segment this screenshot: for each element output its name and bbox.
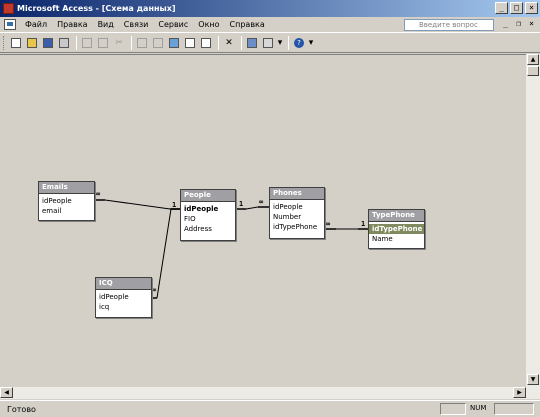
- relationship-line: [156, 208, 172, 299]
- table-title[interactable]: People: [181, 190, 235, 202]
- scroll-up-icon[interactable]: ▲: [527, 54, 539, 65]
- cut-icon[interactable]: ✂: [112, 36, 126, 50]
- spell-icon[interactable]: [96, 36, 110, 50]
- doc-restore-button[interactable]: ❐: [513, 19, 524, 30]
- horizontal-scrollbar[interactable]: ◀ ▶: [0, 387, 540, 399]
- field-number[interactable]: Number: [270, 212, 324, 222]
- field-idtypephone-key[interactable]: idTypePhone: [369, 224, 424, 234]
- menu-file[interactable]: Файл: [20, 20, 52, 29]
- status-panel: [494, 403, 534, 415]
- minimize-button[interactable]: _: [495, 2, 508, 14]
- table-phones[interactable]: Phones idPeople Number idTypePhone: [269, 187, 325, 239]
- cardinality-many-phones-type: ∞: [326, 220, 331, 228]
- cardinality-many-icq: ∞: [152, 286, 157, 294]
- save-icon[interactable]: [41, 36, 55, 50]
- table-people[interactable]: People idPeople FIO Address: [180, 189, 236, 241]
- num-lock-indicator: NUM: [470, 404, 487, 412]
- cardinality-many-phones: ∞: [259, 198, 264, 206]
- window-title: Microsoft Access - [Схема данных]: [17, 4, 176, 13]
- field-name[interactable]: Name: [369, 234, 424, 244]
- table-typephone[interactable]: TypePhone idTypePhone Name: [368, 209, 425, 249]
- scroll-down-icon[interactable]: ▼: [527, 374, 539, 385]
- all-relationships-icon[interactable]: [199, 36, 213, 50]
- table-icq[interactable]: ICQ idPeople icq: [95, 277, 152, 318]
- relationships-canvas[interactable]: ∞ 1 1 ∞ ∞ ∞ 1 Emails idPeople email Peop…: [0, 54, 526, 387]
- toolbar-separator: [218, 36, 219, 50]
- paste-icon[interactable]: [151, 36, 165, 50]
- field-idtypephone[interactable]: idTypePhone: [270, 222, 324, 232]
- toolbar-separator: [76, 36, 77, 50]
- open-icon[interactable]: [25, 36, 39, 50]
- cardinality-one-people-left: 1: [172, 201, 177, 209]
- scroll-right-icon[interactable]: ▶: [513, 387, 526, 398]
- ask-question-input[interactable]: Введите вопрос: [404, 19, 494, 31]
- new-icon[interactable]: [9, 36, 23, 50]
- field-idpeople[interactable]: idPeople: [270, 202, 324, 212]
- maximize-button[interactable]: □: [510, 2, 523, 14]
- table-title[interactable]: ICQ: [96, 278, 151, 290]
- field-icq[interactable]: icq: [96, 302, 151, 312]
- cardinality-one-people-right: 1: [239, 200, 244, 208]
- menu-view[interactable]: Вид: [93, 20, 119, 29]
- field-idpeople[interactable]: idPeople: [96, 292, 151, 302]
- database-window-icon[interactable]: [245, 36, 259, 50]
- menu-bar: Файл Правка Вид Связи Сервис Окно Справк…: [0, 17, 540, 33]
- cardinality-one-typephone: 1: [361, 220, 366, 228]
- toolbar-separator: [241, 36, 242, 50]
- table-title[interactable]: Phones: [270, 188, 324, 200]
- document-controls: _ ❐ ×: [500, 19, 537, 30]
- field-email[interactable]: email: [39, 206, 94, 216]
- relationship-lines: [95, 199, 368, 299]
- menu-relationships[interactable]: Связи: [119, 20, 154, 29]
- relationship-line: [104, 199, 171, 210]
- relationship-line: [245, 206, 259, 210]
- field-fio[interactable]: FIO: [181, 214, 235, 224]
- status-bar: Готово NUM: [0, 400, 540, 417]
- window-controls: _ □ ×: [495, 2, 538, 14]
- copy-icon[interactable]: [135, 36, 149, 50]
- new-object-icon[interactable]: [261, 36, 275, 50]
- cardinality-many-emails: ∞: [96, 190, 101, 198]
- toolbar-options-icon[interactable]: ▾: [308, 36, 314, 50]
- table-title[interactable]: Emails: [39, 182, 94, 194]
- toolbar: ✂ ✕ ▾ ? ▾: [0, 34, 540, 53]
- menu-help[interactable]: Справка: [225, 20, 270, 29]
- table-title[interactable]: TypePhone: [369, 210, 424, 222]
- delete-icon[interactable]: ✕: [222, 36, 236, 50]
- print-icon[interactable]: [57, 36, 71, 50]
- vertical-scroll-thumb[interactable]: [527, 66, 539, 76]
- print-preview-icon[interactable]: [80, 36, 94, 50]
- vertical-scrollbar[interactable]: ▲ ▼: [526, 54, 540, 387]
- close-button[interactable]: ×: [525, 2, 538, 14]
- direct-relationships-icon[interactable]: [183, 36, 197, 50]
- field-idpeople-key[interactable]: idPeople: [181, 204, 235, 214]
- status-text: Готово: [7, 404, 36, 414]
- access-app-icon[interactable]: [3, 3, 14, 14]
- menu-window[interactable]: Окно: [193, 20, 224, 29]
- menu-tools[interactable]: Сервис: [153, 20, 193, 29]
- scroll-left-icon[interactable]: ◀: [0, 387, 13, 398]
- toolbar-grip[interactable]: [3, 36, 6, 50]
- title-bar: Microsoft Access - [Схема данных] _ □ ×: [0, 0, 540, 17]
- show-table-icon[interactable]: [167, 36, 181, 50]
- toolbar-separator: [288, 36, 289, 50]
- table-emails[interactable]: Emails idPeople email: [38, 181, 95, 221]
- field-idpeople[interactable]: idPeople: [39, 196, 94, 206]
- dropdown-arrow-icon[interactable]: ▾: [277, 36, 283, 50]
- doc-close-button[interactable]: ×: [526, 19, 537, 30]
- help-icon[interactable]: ?: [292, 36, 306, 50]
- relationships-window-icon[interactable]: [4, 19, 16, 30]
- field-address[interactable]: Address: [181, 224, 235, 234]
- status-panel: [440, 403, 466, 415]
- toolbar-separator: [131, 36, 132, 50]
- menu-edit[interactable]: Правка: [52, 20, 92, 29]
- doc-minimize-button[interactable]: _: [500, 19, 511, 30]
